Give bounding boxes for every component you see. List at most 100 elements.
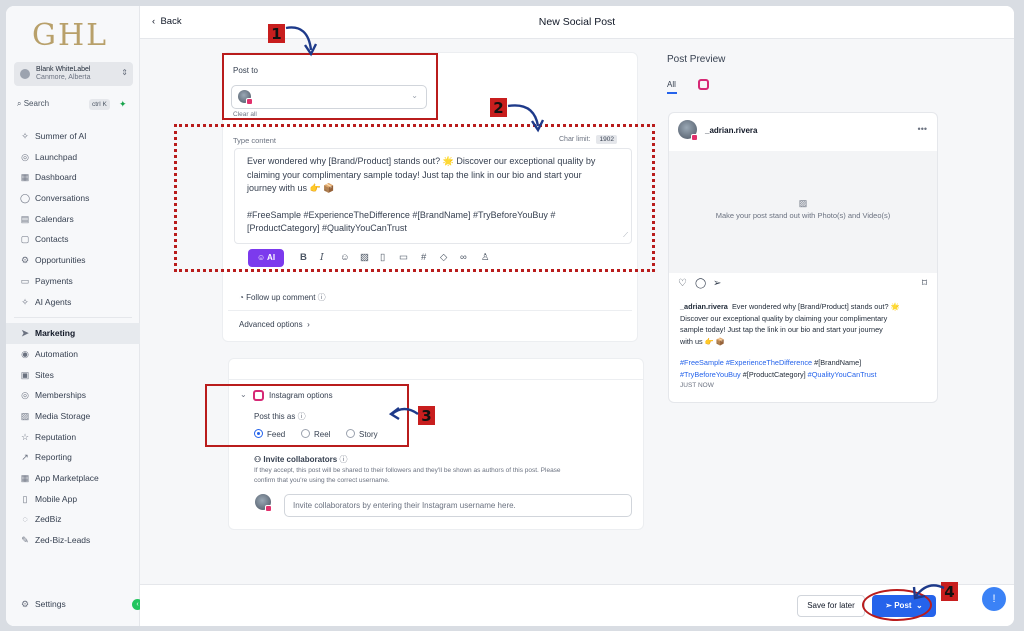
sites-icon: ▣ [20,369,30,380]
tab-underline [667,92,677,94]
sidebar-item-zedbiz[interactable]: ◌ ZedBiz [6,509,140,530]
sidebar-item-reporting[interactable]: ↗ Reporting [6,447,140,468]
more-options-icon[interactable]: ••• [918,124,927,134]
sidebar-item-label: Sites [35,369,54,380]
invite-collaborators-title: ⚇ Invite collaborators ⓘ [254,455,348,464]
preview-timestamp: JUST NOW [680,382,714,390]
invite-collaborators-input[interactable]: Invite collaborators by entering their I… [284,494,632,517]
zedbiz-icon: ◌ [22,514,28,525]
sidebar-item-label: Mobile App [35,493,78,504]
preview-title: Post Preview [667,54,726,65]
sidebar-item-zed-biz-leads[interactable]: ✎ Zed-Biz-Leads [6,530,140,551]
sidebar-item-label: Automation [35,348,78,359]
annotation-arrow-3 [388,407,419,421]
info-icon: ⓘ [339,455,348,464]
search-label: Search [23,99,50,108]
sidebar-search[interactable]: ⌕ Search ctrl K ✦ [17,99,133,113]
sidebar-item-memberships[interactable]: ◎ Memberships [6,385,140,406]
logo: GHL [32,18,109,53]
sidebar-item-label: Dashboard [35,172,77,183]
annotation-badge-2: 2 [490,98,507,117]
send-icon: ➤ [21,328,29,339]
sidebar-item-label: Contacts [35,234,69,245]
wrench-icon: ✎ [21,535,29,546]
annotation-badge-1: 1 [268,24,285,43]
preview-media-placeholder: ▨ Make your post stand out with Photo(s)… [669,151,937,273]
bookmark-icon: ⌑ [921,278,927,289]
sidebar-item-automation[interactable]: ◉ Automation [6,344,140,365]
sidebar-item-label: Calendars [35,213,74,224]
dashboard-icon: ▦ [20,172,30,183]
chevron-updown-icon: ⇕ [121,68,128,77]
annotation-badge-3: 3 [418,406,435,425]
lightning-icon[interactable]: ✦ [119,99,127,110]
gear-icon: ⚙ [20,599,30,609]
instagram-badge-icon [265,505,272,512]
sidebar-item-reputation[interactable]: ☆ Reputation [6,427,140,448]
media-placeholder-text: Make your post stand out with Photo(s) a… [715,211,891,220]
sidebar-item-launchpad[interactable]: ◎ Launchpad [6,147,140,168]
sidebar-item-label: ZedBiz [35,514,62,525]
divider [228,310,632,311]
sidebar-item-dashboard[interactable]: ▦ Dashboard [6,167,140,188]
sidebar-nav: ✧ Summer of AI ◎ Launchpad ▦ Dashboard ◯ Conver… [6,126,140,551]
account-icon [20,69,30,79]
annotation-box-1 [222,53,438,120]
annotation-arrow-4 [912,584,945,600]
sidebar-item-app-marketplace[interactable]: ▦ App Marketplace [6,468,140,489]
calendar-icon: ▤ [20,213,30,224]
reporting-icon: ↗ [21,452,29,463]
sparkle-icon: ✧ [21,131,29,141]
payments-icon: ▭ [20,275,30,286]
users-icon: ⚇ [254,455,262,464]
tab-instagram-icon[interactable] [698,79,709,90]
sidebar-item-label: App Marketplace [35,473,99,483]
sidebar-item-label: Reporting [35,452,72,463]
media-icon: ▨ [20,410,30,421]
follow-up-comment[interactable]: ◔ Follow up comment ⓘ [239,292,326,303]
sidebar-item-summer-of-ai[interactable]: ✧ Summer of AI [6,126,140,147]
annotation-arrow-2 [507,104,545,133]
sidebar-item-media-storage[interactable]: ▨ Media Storage [6,406,140,427]
sidebar-item-payments[interactable]: ▭ Payments [6,271,140,292]
sidebar-item-label: Marketing [35,328,76,339]
sidebar-item-label: Settings [35,599,66,609]
sidebar: GHL Blank WhiteLabel Canmore, Alberta ⇕ … [6,6,143,626]
sidebar-item-contacts[interactable]: ▢ Contacts [6,229,140,250]
invite-description: If they accept, this post will be shared… [254,467,561,484]
sidebar-item-label: Reputation [35,431,77,442]
sidebar-item-opportunities[interactable]: ⚙ Opportunities [6,250,140,271]
chat-icon: ◯ [20,193,31,204]
mobile-icon: ▯ [22,493,28,504]
sidebar-item-settings[interactable]: ⚙ Settings [6,594,140,615]
sidebar-item-label: Memberships [35,390,87,401]
sidebar-item-ai-agents[interactable]: ✧ AI Agents [6,292,140,313]
divider [229,379,643,380]
sidebar-item-label: AI Agents [35,296,72,307]
sidebar-item-label: Launchpad [35,151,78,162]
comment-icon: ◯ [695,278,707,289]
tab-all[interactable]: All [667,80,676,89]
advanced-options[interactable]: Advanced options › [239,320,310,329]
search-icon: ⌕ [17,99,22,108]
account-location: Canmore, Alberta [36,74,91,81]
settings-row: ⚙ Settings ‹ [6,594,143,615]
sidebar-item-label: Conversations [35,193,90,204]
sidebar-item-marketing[interactable]: ➤ Marketing [6,323,140,344]
memberships-icon: ◎ [21,390,29,401]
account-switcher[interactable]: Blank WhiteLabel Canmore, Alberta ⇕ [14,62,133,86]
sidebar-item-conversations[interactable]: ◯ Conversations [6,188,140,209]
chevron-right-icon: › [307,320,310,329]
opportunities-icon: ⚙ [20,255,30,266]
sidebar-item-mobile-app[interactable]: ▯ Mobile App [6,489,140,510]
star-icon: ☆ [20,431,30,442]
search-shortcut: ctrl K [89,99,110,110]
help-chat-button[interactable]: ! [982,587,1006,611]
comment-icon: ◔ [239,293,244,302]
sidebar-item-sites[interactable]: ▣ Sites [6,365,140,386]
automation-icon: ◉ [21,348,29,359]
nav-divider [14,317,132,319]
save-for-later-button[interactable]: Save for later [797,595,865,617]
info-icon: ⓘ [317,293,326,302]
sidebar-item-calendars[interactable]: ▤ Calendars [6,209,140,230]
